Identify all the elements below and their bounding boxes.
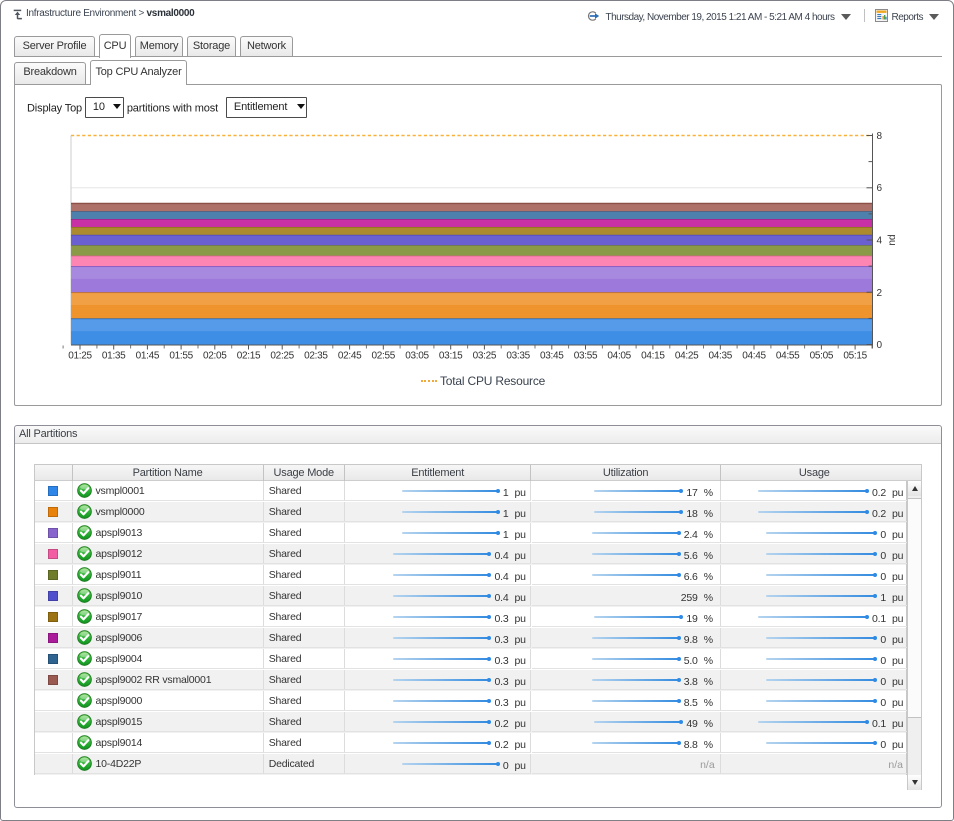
- svg-text:04:15: 04:15: [641, 351, 665, 362]
- svg-text:05:05: 05:05: [810, 351, 834, 362]
- svg-text:02:45: 02:45: [338, 351, 362, 362]
- svg-text:6: 6: [877, 183, 883, 194]
- svg-text:0: 0: [877, 340, 883, 351]
- svg-text:03:15: 03:15: [439, 351, 463, 362]
- svg-text:03:25: 03:25: [473, 351, 497, 362]
- svg-text:03:05: 03:05: [405, 351, 429, 362]
- svg-text:4: 4: [877, 236, 883, 247]
- svg-text:02:25: 02:25: [270, 351, 294, 362]
- svg-text:01:35: 01:35: [102, 351, 126, 362]
- svg-text:04:05: 04:05: [607, 351, 631, 362]
- svg-text:8: 8: [877, 131, 883, 142]
- svg-text:pu: pu: [887, 234, 898, 245]
- svg-text:02:15: 02:15: [237, 351, 261, 362]
- svg-text:04:45: 04:45: [742, 351, 766, 362]
- svg-text:03:55: 03:55: [574, 351, 598, 362]
- svg-text:05:15: 05:15: [843, 351, 867, 362]
- svg-text:04:25: 04:25: [675, 351, 699, 362]
- svg-text:01:45: 01:45: [136, 351, 160, 362]
- svg-text:02:35: 02:35: [304, 351, 328, 362]
- svg-text:03:35: 03:35: [506, 351, 530, 362]
- svg-text:02:55: 02:55: [372, 351, 396, 362]
- svg-text:01:55: 01:55: [169, 351, 193, 362]
- svg-text:02:05: 02:05: [203, 351, 227, 362]
- svg-text:04:35: 04:35: [709, 351, 733, 362]
- svg-text:2: 2: [877, 288, 883, 299]
- svg-text:01:25: 01:25: [68, 351, 92, 362]
- svg-text:03:45: 03:45: [540, 351, 564, 362]
- svg-text:04:55: 04:55: [776, 351, 800, 362]
